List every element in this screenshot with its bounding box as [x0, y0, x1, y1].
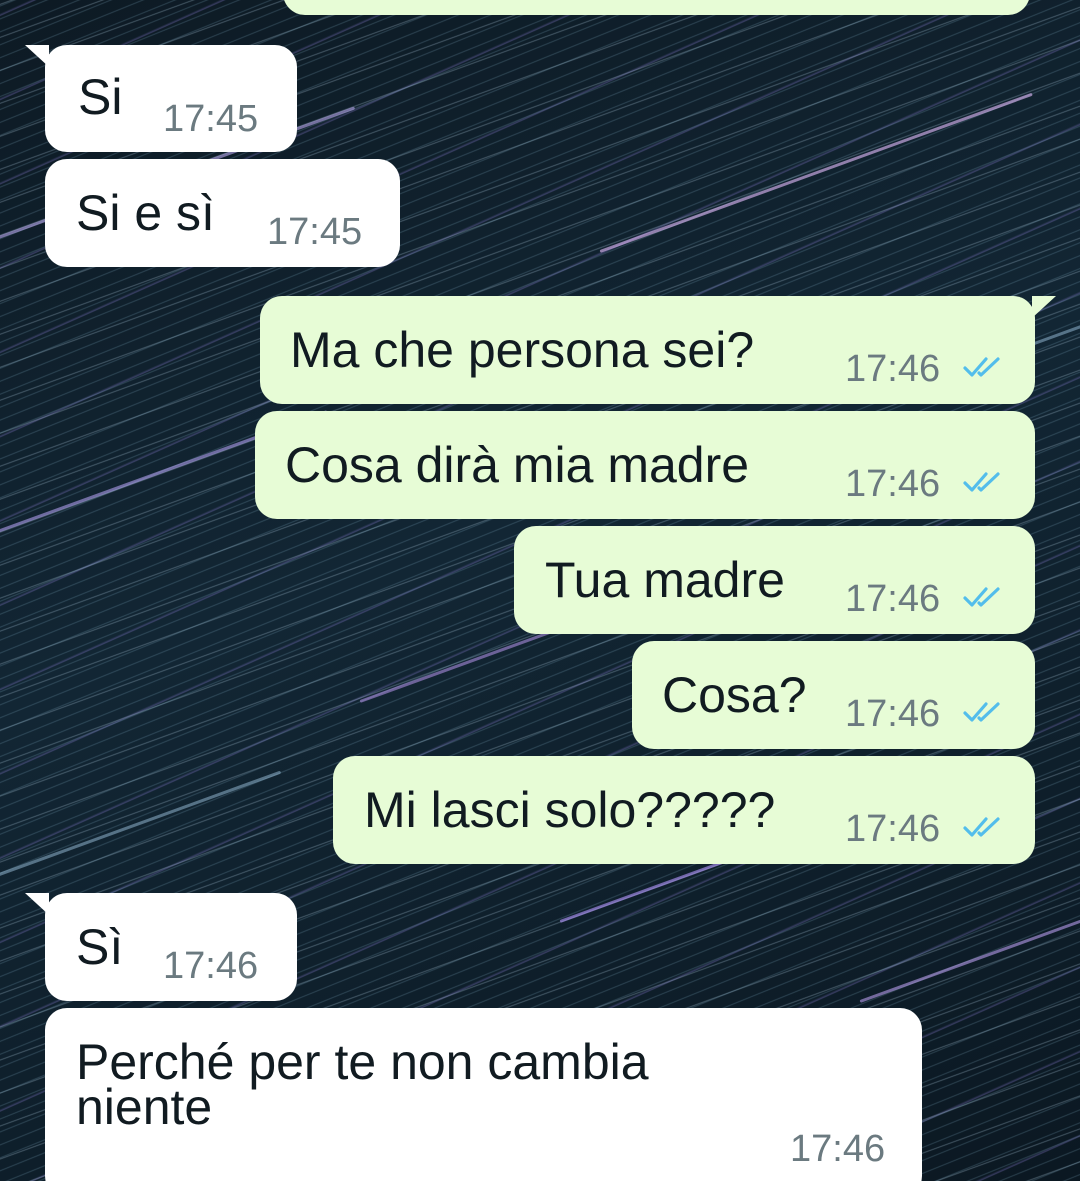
- message-time: 17:46: [790, 1128, 886, 1170]
- message-time: 17:46: [845, 348, 941, 390]
- message-text: Ma che persona sei?: [290, 322, 755, 378]
- double-check-icon: [963, 817, 1000, 837]
- message-time: 17:46: [845, 463, 941, 505]
- incoming-message-bubble[interactable]: Sì 17:46: [45, 893, 297, 1001]
- outgoing-message-bubble[interactable]: Mi lasci solo????? 17:46: [333, 756, 1035, 864]
- outgoing-message-bubble[interactable]: Cosa dirà mia madre 17:46: [255, 411, 1035, 519]
- outgoing-message-bubble[interactable]: Cosa? 17:46: [632, 641, 1035, 749]
- outgoing-message-bubble[interactable]: Ma che persona sei? 17:46: [260, 296, 1035, 404]
- double-check-icon: [963, 357, 1000, 377]
- message-text: Cosa?: [662, 667, 807, 723]
- outgoing-message-bubble-partial[interactable]: [283, 0, 1030, 15]
- outgoing-message-bubble[interactable]: Tua madre 17:46: [514, 526, 1035, 634]
- message-text-line-1: Perché per te non cambia: [76, 1034, 649, 1090]
- message-time: 17:46: [845, 808, 941, 850]
- message-text-line-2: niente: [76, 1079, 213, 1135]
- message-text: Cosa dirà mia madre: [285, 437, 750, 493]
- bubble-tail: [1032, 296, 1056, 318]
- message-text: Si e sì: [76, 185, 215, 241]
- incoming-message-bubble[interactable]: Si e sì 17:45: [45, 159, 400, 267]
- message-text: Si: [78, 69, 123, 125]
- double-check-icon: [963, 702, 1000, 722]
- message-time: 17:46: [163, 945, 259, 987]
- message-time: 17:46: [845, 693, 941, 735]
- message-time: 17:46: [845, 578, 941, 620]
- message-text: Tua madre: [545, 552, 785, 608]
- message-text: Mi lasci solo?????: [364, 782, 776, 838]
- message-text: Sì: [76, 919, 124, 975]
- incoming-message-bubble[interactable]: Perché per te non cambia niente 17:46: [45, 1008, 922, 1181]
- double-check-icon: [963, 472, 1000, 492]
- double-check-icon: [963, 587, 1000, 607]
- message-time: 17:45: [163, 98, 259, 140]
- incoming-message-bubble[interactable]: Si 17:45: [45, 45, 297, 152]
- message-time: 17:45: [267, 211, 363, 253]
